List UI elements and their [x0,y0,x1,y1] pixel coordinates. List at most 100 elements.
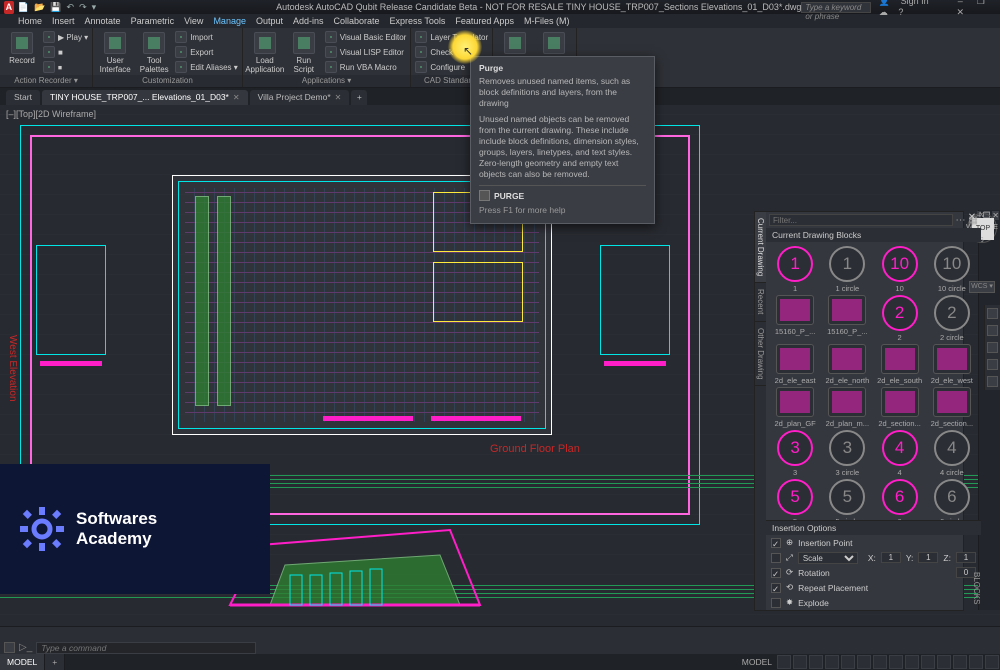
block-item[interactable]: 1010 circle [927,246,977,293]
menu-addins[interactable]: Add-ins [293,16,324,26]
layout-tab-plus[interactable]: + [45,654,65,670]
ribbon-button[interactable]: Layer Translator [415,30,488,44]
ribbon-button[interactable]: UserInterface [97,30,133,74]
ribbon-button[interactable]: ▶ Play ▾ [43,30,88,44]
block-item[interactable]: 33 circle [822,430,872,477]
signin-button[interactable]: 👤 Sign In [879,0,929,6]
new-tab-button[interactable]: + [351,90,367,105]
menu-insert[interactable]: Insert [52,16,75,26]
block-item[interactable]: 2d_plan_m... [822,387,872,428]
block-item[interactable]: 22 circle [927,295,977,342]
menu-expresstools[interactable]: Express Tools [390,16,446,26]
osnap-toggle-icon[interactable] [841,655,855,669]
block-item[interactable]: 66 circle [927,479,977,520]
palette-grid[interactable]: 1111 circle10101010 circle 15160_P_...151… [766,242,981,520]
ribbon-button[interactable]: Edit Aliases ▾ [175,60,238,74]
block-item[interactable]: 2d_ele_south [874,344,924,385]
menu-view[interactable]: View [184,16,203,26]
orbit-icon[interactable] [987,359,998,370]
clean-screen-icon[interactable] [969,655,983,669]
transparency-toggle-icon[interactable] [889,655,903,669]
palette-vertical-tabs[interactable]: Current DrawingRecentOther Drawing [755,212,766,610]
block-item[interactable]: 2d_plan_GF [770,387,820,428]
checkbox-icon[interactable] [771,553,781,563]
scale-x-input[interactable] [881,552,901,563]
checkbox-icon[interactable]: ✓ [771,583,781,593]
ribbon-button[interactable]: Visual LISP Editor [325,45,407,59]
tab-close-icon[interactable]: ✕ [335,90,342,105]
scale-y-input[interactable] [918,552,938,563]
ribbon-group-label[interactable]: Customization [93,75,242,87]
block-item[interactable]: 1010 [874,246,924,293]
palette-vtab[interactable]: Recent [755,283,766,321]
block-item[interactable]: 2d_section... [927,387,977,428]
menu-featuredapps[interactable]: Featured Apps [455,16,514,26]
block-item[interactable]: 55 circle [822,479,872,520]
ribbon-group-label[interactable]: Applications ▾ [243,75,411,87]
status-model[interactable]: MODEL [738,657,776,667]
block-item[interactable]: 66 [874,479,924,520]
scale-select[interactable]: Scale [798,552,858,564]
otrack-toggle-icon[interactable] [857,655,871,669]
menu-parametric[interactable]: Parametric [131,16,175,26]
quick-access[interactable]: 📄📂💾↶↷▾ [18,2,96,13]
menu-annotate[interactable]: Annotate [85,16,121,26]
block-item[interactable]: 22 [874,295,924,342]
menu-mfilesm[interactable]: M-Files (M) [524,16,570,26]
ribbon-button[interactable]: ToolPalettes [136,30,172,74]
ribbon-group-label[interactable]: Action Recorder ▾ [0,75,92,87]
block-item[interactable]: 15160_P_... [770,295,820,342]
autodesk-account-icon[interactable]: ☁ [879,7,888,17]
palette-vtab[interactable]: Other Drawing [755,322,766,387]
block-item[interactable]: 11 circle [822,246,872,293]
document-tab[interactable]: Villa Project Demo*✕ [250,90,350,105]
block-item[interactable]: 11 [770,246,820,293]
palette-filter-input[interactable] [769,214,953,226]
block-item[interactable]: 55 [770,479,820,520]
block-item[interactable]: 44 circle [927,430,977,477]
pan-icon[interactable] [987,325,998,336]
restore-button[interactable]: ❐ [972,0,990,7]
block-item[interactable]: 33 [770,430,820,477]
close-button[interactable]: ✕ [951,7,969,18]
ortho-toggle-icon[interactable] [809,655,823,669]
menu-output[interactable]: Output [256,16,283,26]
palette-vtab[interactable]: Current Drawing [755,212,766,283]
help-search-input[interactable]: Type a keyword or phrase [801,2,870,13]
customize-icon[interactable] [985,655,999,669]
command-options-icon[interactable] [4,642,15,653]
document-tab[interactable]: TINY HOUSE_TRP007_... Elevations_01_D03*… [42,90,248,105]
zoom-icon[interactable] [987,342,998,353]
showmotion-icon[interactable] [987,376,998,387]
block-item[interactable]: 15160_P_... [822,295,872,342]
menu-collaborate[interactable]: Collaborate [334,16,380,26]
checkbox-icon[interactable]: ✓ [771,568,781,578]
help-icon[interactable]: ? [898,7,903,17]
lineweight-toggle-icon[interactable] [873,655,887,669]
block-item[interactable]: 2d_ele_north [822,344,872,385]
block-item[interactable]: 2d_section... [874,387,924,428]
block-item[interactable]: 2d_ele_east [770,344,820,385]
minimize-button[interactable]: – [951,0,969,6]
blocks-palette[interactable]: ✕ BLOCKS Current DrawingRecentOther Draw… [754,211,964,611]
ribbon-button[interactable]: RunScript [286,30,322,74]
viewport-label[interactable]: [–][Top][2D Wireframe] [6,109,96,119]
checkbox-icon[interactable] [771,598,781,608]
tab-close-icon[interactable]: ✕ [233,90,240,105]
ribbon-button[interactable]: Run VBA Macro [325,60,407,74]
ribbon-button[interactable]: LoadApplication [247,30,283,74]
ribbon-button[interactable]: Record [4,30,40,65]
command-input[interactable] [36,642,256,654]
scale-z-input[interactable] [956,552,976,563]
ribbon-button[interactable]: Export [175,45,238,59]
grid-toggle-icon[interactable] [777,655,791,669]
annotation-toggle-icon[interactable] [905,655,919,669]
menu-manage[interactable]: Manage [213,16,246,26]
block-item[interactable]: 2d_ele_west [927,344,977,385]
navigation-bar[interactable] [984,305,1000,390]
document-tab[interactable]: Start [6,90,40,105]
ribbon-button[interactable]: Import [175,30,238,44]
isolate-icon[interactable] [937,655,951,669]
checkbox-icon[interactable]: ✓ [771,538,781,548]
snap-toggle-icon[interactable] [793,655,807,669]
